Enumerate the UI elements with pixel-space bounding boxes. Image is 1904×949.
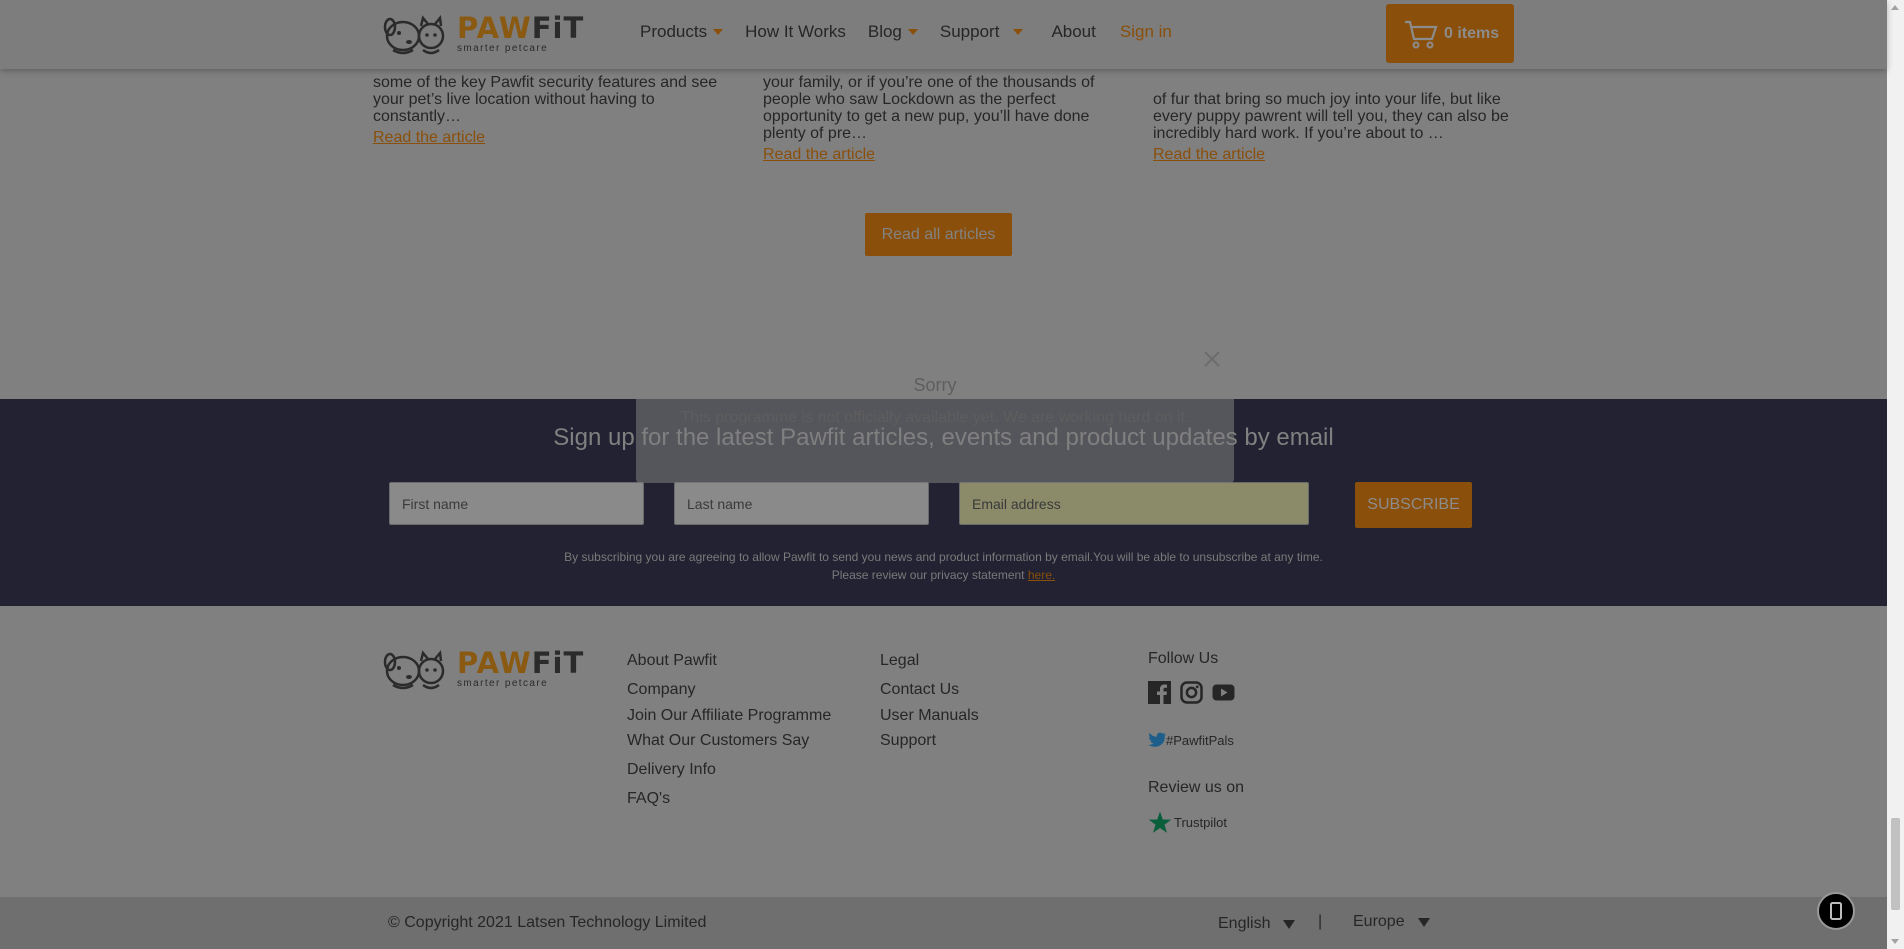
scroll-down-arrow-icon[interactable] <box>1891 939 1899 944</box>
twitter-icon <box>1148 732 1166 747</box>
read-article-link[interactable]: Read the article <box>1153 146 1513 163</box>
footer-link-delivery[interactable]: Delivery Info <box>627 761 716 779</box>
cart-button[interactable]: 0 items <box>1386 4 1514 63</box>
nav-about[interactable]: About <box>1051 22 1095 42</box>
nav-products[interactable]: Products <box>640 22 724 42</box>
brand-tagline: smarter petcare <box>457 43 549 54</box>
read-article-link[interactable]: Read the article <box>373 129 733 146</box>
read-all-articles-button[interactable]: Read all articles <box>865 213 1012 256</box>
article-excerpt: of fur that bring so much joy into your … <box>1153 91 1509 142</box>
footer-link-about-pawfit[interactable]: About Pawfit <box>627 652 717 670</box>
nav-products-label: Products <box>640 22 708 41</box>
nav-blog[interactable]: Blog <box>868 22 918 42</box>
separator: | <box>1318 913 1323 930</box>
nav-sign-in-label: Sign in <box>1119 22 1172 41</box>
language-select[interactable]: English <box>1218 915 1296 933</box>
email-input[interactable] <box>959 482 1309 525</box>
brand-name-part2: FiT <box>531 646 585 680</box>
nav-about-label: About <box>1051 22 1096 41</box>
article-card: your family, or if you’re one of the tho… <box>763 74 1123 163</box>
article-excerpt: some of the key Pawfit security features… <box>373 74 718 125</box>
caret-down-icon <box>1283 919 1296 929</box>
sorry-dialog: Sorry This programme is not officially a… <box>636 339 1234 483</box>
cart-count: 0 <box>1444 24 1453 42</box>
region-select[interactable]: Europe <box>1353 913 1430 931</box>
read-article-link[interactable]: Read the article <box>763 146 1123 163</box>
scroll-up-arrow-icon[interactable] <box>1891 5 1899 10</box>
nav-support[interactable]: Support <box>940 22 1024 42</box>
instagram-icon[interactable] <box>1180 681 1203 704</box>
main-nav: Products How It Works Blog Support About… <box>640 22 1194 42</box>
cart-label: items <box>1457 24 1500 42</box>
chevron-down-icon <box>713 29 724 35</box>
pawfit-logo[interactable]: PAWFiT smarter petcare <box>383 12 584 56</box>
article-excerpt: your family, or if you’re one of the tho… <box>763 74 1095 142</box>
brand-tagline: smarter petcare <box>457 678 549 689</box>
fine-print-line1: By subscribing you are agreeing to allow… <box>564 550 1323 564</box>
chevron-down-icon <box>1013 29 1024 35</box>
shopping-cart-icon <box>1405 20 1438 48</box>
fine-print-line2: Please review our privacy statement <box>831 568 1025 582</box>
region-value: Europe <box>1353 913 1405 930</box>
privacy-statement-link[interactable]: here. <box>1028 568 1055 582</box>
dog-cat-logo-icon <box>383 14 445 55</box>
dialog-message: This programme is not officially availab… <box>680 409 1190 426</box>
twitter-hashtag-link[interactable]: #PawfitPals <box>1148 732 1234 748</box>
twitter-hashtag: #PawfitPals <box>1166 732 1234 748</box>
footer-link-legal[interactable]: Legal <box>880 652 919 670</box>
nav-how-it-works[interactable]: How It Works <box>745 22 846 42</box>
article-card: of fur that bring so much joy into your … <box>1153 91 1513 163</box>
language-value: English <box>1218 915 1271 932</box>
nav-blog-label: Blog <box>867 22 902 41</box>
footer-link-company[interactable]: Company <box>627 681 695 699</box>
nav-support-label: Support <box>939 22 1000 41</box>
brand-name-part1: PAW <box>457 646 532 680</box>
first-name-input[interactable] <box>389 482 644 525</box>
footer-link-contact[interactable]: Contact Us <box>880 681 959 699</box>
star-icon <box>1148 811 1172 833</box>
footer-follow-heading: Follow Us <box>1148 650 1219 667</box>
site-header: PAWFiT smarter petcare Products How It W… <box>0 0 1887 69</box>
copyright-text: © Copyright 2021 Latsen Technology Limit… <box>388 914 707 931</box>
footer-link-customers-say[interactable]: What Our Customers Say <box>627 732 809 750</box>
youtube-icon[interactable] <box>1212 681 1235 704</box>
brand-name-part1: PAW <box>457 11 532 45</box>
accessibility-button[interactable] <box>1817 892 1855 930</box>
last-name-input[interactable] <box>674 482 929 525</box>
chevron-down-icon <box>907 29 918 35</box>
dialog-title: Sorry <box>913 375 957 395</box>
mobile-device-icon <box>1830 902 1842 920</box>
footer-link-faqs[interactable]: FAQ's <box>627 790 670 808</box>
footer-link-support[interactable]: Support <box>880 732 936 750</box>
scrollbar-thumb[interactable] <box>1891 818 1900 910</box>
subscribe-button[interactable]: SUBSCRIBE <box>1355 482 1472 528</box>
footer-link-affiliate[interactable]: Join Our Affiliate Programme <box>627 707 831 725</box>
article-card: some of the key Pawfit security features… <box>373 74 733 146</box>
nav-sign-in[interactable]: Sign in <box>1120 22 1172 42</box>
newsletter-fine-print: By subscribing you are agreeing to allow… <box>0 548 1887 584</box>
page-scrollbar[interactable] <box>1887 0 1904 949</box>
trustpilot-label: Trustpilot <box>1174 815 1227 830</box>
trustpilot-link[interactable]: Trustpilot <box>1148 811 1227 834</box>
footer-link-user-manuals[interactable]: User Manuals <box>880 707 979 725</box>
nav-how-it-works-label: How It Works <box>745 22 846 41</box>
bottom-bar: © Copyright 2021 Latsen Technology Limit… <box>0 897 1887 949</box>
caret-down-icon <box>1417 917 1430 927</box>
facebook-icon[interactable] <box>1148 681 1171 704</box>
footer-pawfit-logo[interactable]: PAWFiT smarter petcare <box>383 647 584 691</box>
brand-name-part2: FiT <box>531 11 585 45</box>
dog-cat-logo-icon <box>383 649 445 690</box>
social-links <box>1148 681 1235 704</box>
close-icon[interactable] <box>1200 347 1224 371</box>
review-us-heading: Review us on <box>1148 779 1245 796</box>
